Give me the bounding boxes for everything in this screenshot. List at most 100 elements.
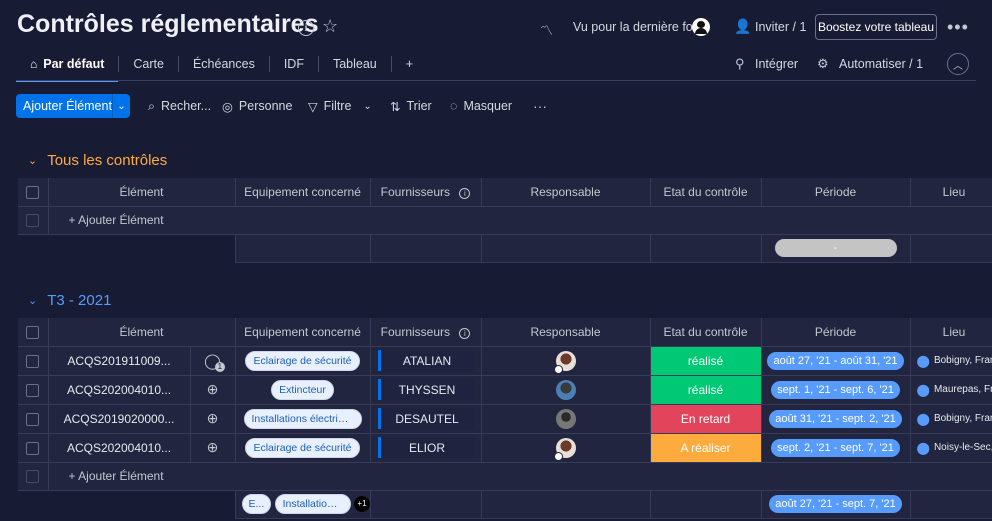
column-header-suppliers[interactable]: Fournisseurs i	[370, 178, 482, 207]
period-cell[interactable]: août 31, '21 - sept. 2, '21	[761, 404, 911, 434]
checkbox-cell[interactable]	[18, 346, 49, 376]
equipment-tag[interactable]: Installations électrique...	[243, 408, 362, 429]
responsible-cell[interactable]	[481, 346, 651, 376]
integrate-button[interactable]: Intégrer	[755, 57, 798, 71]
column-header-location[interactable]: Lieu	[910, 178, 992, 207]
column-header-equipment[interactable]: Equipement concerné	[235, 318, 371, 347]
period-badge[interactable]: août 31, '21 - sept. 2, '21	[769, 409, 902, 428]
column-header-status[interactable]: Etat du contrôle	[650, 178, 762, 207]
column-header-status[interactable]: Etat du contrôle	[650, 318, 762, 347]
supplier-tag[interactable]: ELIOR	[377, 437, 474, 458]
checkbox[interactable]	[26, 412, 40, 426]
table-row[interactable]: ACQS201911009... ◯ 1 Eclairage de sécurit…	[18, 346, 992, 376]
avatar[interactable]	[553, 437, 576, 461]
equipment-tag[interactable]: Eclairage de sécurité	[245, 437, 360, 458]
status-label[interactable]: A réaliser	[650, 433, 760, 461]
status-cell[interactable]: réalisé	[650, 346, 762, 376]
tab-map[interactable]: Carte	[119, 48, 178, 80]
last-seen-label[interactable]: Vu pour la dernière fois	[573, 20, 702, 34]
filter-button[interactable]: ▽ Filtre ⌄	[308, 94, 372, 118]
column-header-equipment[interactable]: Equipement concerné	[235, 178, 371, 207]
location-cell[interactable]: ⬤ Bobigny, Fran	[910, 346, 992, 376]
updates-cell[interactable]: ⊕	[190, 375, 236, 405]
equipment-cell[interactable]: Extincteur	[235, 375, 371, 405]
status-label[interactable]: En retard	[650, 404, 760, 432]
updates-cell[interactable]: ◯ 1	[190, 346, 236, 376]
status-cell[interactable]: A réaliser	[650, 433, 762, 463]
integrate-icon[interactable]: ⚲	[735, 56, 745, 72]
status-cell[interactable]: En retard	[650, 404, 762, 434]
viewer-avatar[interactable]	[692, 18, 710, 36]
responsible-cell[interactable]	[481, 433, 651, 463]
status-cell[interactable]: réalisé	[650, 375, 762, 405]
supplier-cell[interactable]: DESAUTEL	[370, 404, 482, 434]
checkbox-cell[interactable]	[18, 404, 49, 434]
add-item-button[interactable]: Ajouter Élément ⌄	[16, 94, 130, 118]
robot-icon[interactable]: ⚙	[817, 56, 829, 72]
checkbox[interactable]	[26, 354, 40, 368]
info-icon[interactable]: i	[459, 327, 471, 339]
updates-cell[interactable]: ⊕	[190, 433, 236, 463]
supplier-tag[interactable]: ATALIAN	[377, 350, 474, 371]
tab-idf[interactable]: IDF	[270, 48, 318, 80]
add-view-button[interactable]: +	[392, 48, 427, 80]
period-cell[interactable]: août 27, '21 - août 31, '21	[761, 346, 911, 376]
add-update-icon[interactable]: ⊕	[207, 439, 219, 455]
select-all-cell[interactable]	[18, 178, 49, 207]
tab-board[interactable]: Tableau	[319, 48, 391, 80]
info-icon[interactable]: i	[459, 187, 471, 199]
more-options-icon[interactable]: ···	[533, 98, 547, 114]
responsible-cell[interactable]	[481, 375, 651, 405]
add-update-icon[interactable]: ⊕	[207, 381, 219, 397]
equipment-tag[interactable]: Eclairage de sécurité	[245, 350, 360, 371]
equipment-tag[interactable]: Extincteur	[271, 379, 334, 400]
chat-bubble-icon[interactable]: ◯ 1	[204, 352, 225, 372]
period-badge[interactable]: août 27, '21 - août 31, '21	[767, 351, 904, 370]
avatar[interactable]	[555, 408, 576, 429]
table-row[interactable]: ACQS2019020000... ⊕ Installations électr…	[18, 404, 992, 434]
column-header-period[interactable]: Période	[761, 178, 911, 207]
column-header-element[interactable]: Élément	[48, 318, 236, 347]
add-update-icon[interactable]: ⊕	[207, 410, 219, 426]
hide-button[interactable]: ◌ Masquer	[450, 94, 512, 118]
chevron-down-icon[interactable]: ⌄	[28, 294, 37, 307]
chevron-down-icon[interactable]: ⌄	[28, 154, 37, 167]
group-header[interactable]: ⌄ Tous les contrôles	[28, 152, 167, 169]
period-badge[interactable]: sept. 1, '21 - sept. 6, '21	[771, 380, 900, 399]
sort-button[interactable]: ⇅ Trier	[390, 94, 432, 118]
avatar[interactable]	[553, 350, 576, 374]
search-button[interactable]: ⌕ Recher...	[148, 94, 211, 118]
table-row[interactable]: ACQS202004010... ⊕ Eclairage de sécurité…	[18, 433, 992, 463]
invite-button[interactable]: Inviter / 1	[755, 20, 806, 34]
column-header-responsible[interactable]: Responsable	[481, 318, 651, 347]
star-icon[interactable]: ☆	[322, 16, 338, 37]
location-cell[interactable]: ⬤ Bobigny, Fran	[910, 404, 992, 434]
chevron-down-icon[interactable]: ⌄	[363, 101, 371, 112]
column-header-element[interactable]: Élément	[48, 178, 236, 207]
column-header-responsible[interactable]: Responsable	[481, 178, 651, 207]
equipment-cell[interactable]: Installations électrique...	[235, 404, 371, 434]
collapse-header-icon[interactable]: ︿	[947, 53, 969, 75]
element-name[interactable]: ACQS201911009...	[48, 346, 191, 376]
info-icon[interactable]: i	[298, 20, 314, 36]
period-cell[interactable]: sept. 2, '21 - sept. 7, '21	[761, 433, 911, 463]
board-title[interactable]: Contrôles réglementaires	[17, 10, 319, 39]
checkbox[interactable]	[26, 185, 40, 199]
avatar[interactable]	[555, 379, 576, 400]
boost-board-button[interactable]: Boostez votre tableau	[815, 14, 937, 40]
location-cell[interactable]: ⬤ Noisy-le-Sec,	[910, 433, 992, 463]
column-header-location[interactable]: Lieu	[910, 318, 992, 347]
supplier-tag[interactable]: DESAUTEL	[377, 408, 474, 429]
status-label[interactable]: réalisé	[650, 375, 760, 403]
period-badge[interactable]: sept. 2, '21 - sept. 7, '21	[771, 438, 900, 457]
chevron-down-icon[interactable]: ⌄	[111, 94, 130, 118]
group-header[interactable]: ⌄ T3 - 2021	[28, 292, 111, 309]
supplier-cell[interactable]: ATALIAN	[370, 346, 482, 376]
checkbox[interactable]	[26, 441, 40, 455]
checkbox[interactable]	[26, 325, 40, 339]
equipment-cell[interactable]: Eclairage de sécurité	[235, 346, 371, 376]
responsible-cell[interactable]	[481, 404, 651, 434]
element-name[interactable]: ACQS202004010...	[48, 433, 191, 463]
element-name[interactable]: ACQS202004010...	[48, 375, 191, 405]
add-item-input[interactable]: + Ajouter Élément	[48, 206, 992, 235]
